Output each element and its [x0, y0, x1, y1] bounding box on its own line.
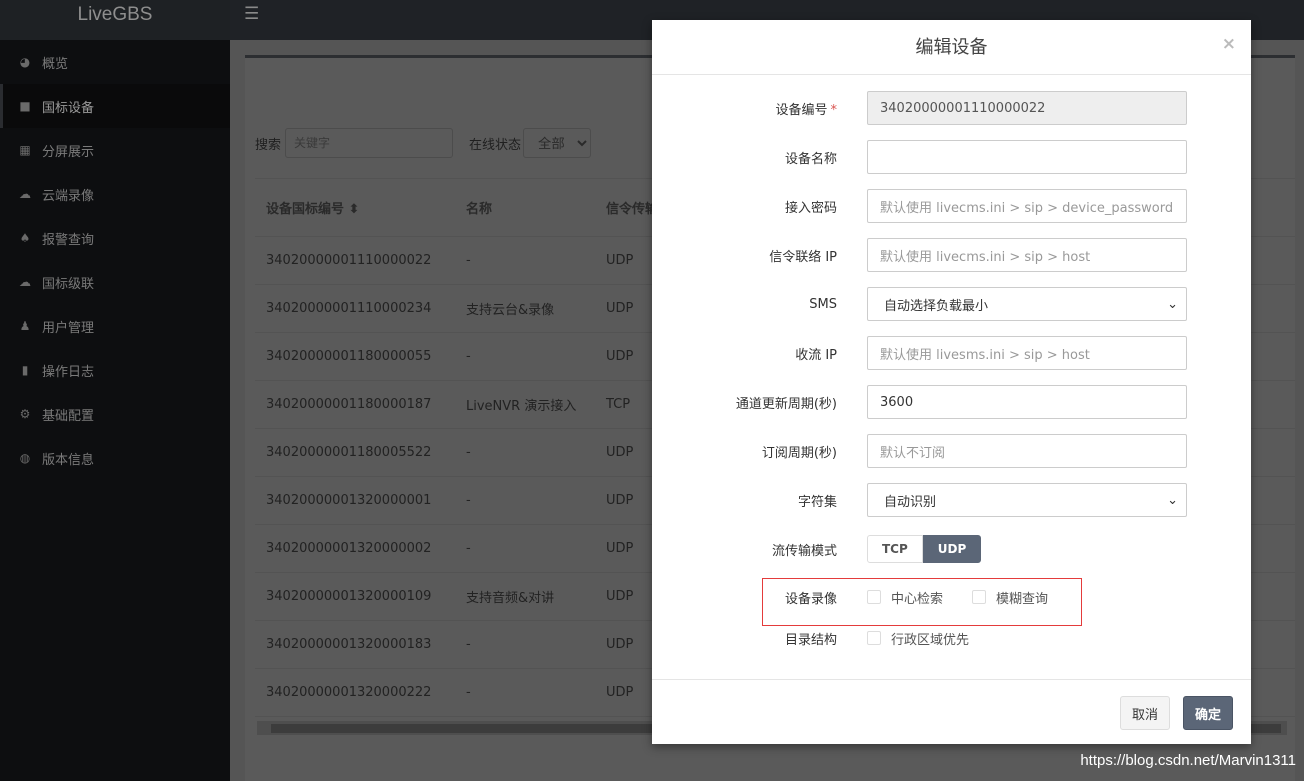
sms-select[interactable]: 自动选择负载最小 ⌄ [867, 287, 1187, 321]
globe-icon: ◍ [19, 451, 31, 465]
close-icon[interactable]: × [1222, 34, 1236, 54]
device-id-label: 设备编号 [775, 102, 828, 118]
chevron-down-icon: ⌄ [1167, 492, 1178, 508]
fuzzy-query-checkbox[interactable]: 模糊查询 [972, 588, 1048, 607]
cell-id: 34020000001110000234 [266, 301, 432, 316]
search-label: 搜索 [255, 137, 282, 153]
cell-name: - [466, 493, 471, 508]
sidebar: LiveGBS ◕ 概览 ■ 国标设备 ▦ 分屏展示 ☁ 云端录像 ♠ 报警查询 ☁ 国标级联 ♟ 用户管… [0, 0, 230, 781]
subscribe-period-field[interactable]: 默认不订阅 [867, 434, 1187, 468]
chevron-down-icon: ⌄ [1167, 296, 1178, 312]
signal-ip-label: 信令联络 IP [769, 249, 837, 265]
channel-period-label: 通道更新周期(秒) [735, 396, 837, 412]
cell-name: - [466, 685, 471, 700]
cell-id: 34020000001320000109 [266, 589, 432, 604]
password-label: 接入密码 [784, 200, 837, 216]
cell-id: 34020000001180000055 [266, 349, 432, 364]
watermark: https://blog.csdn.net/Marvin1311 [1080, 752, 1296, 769]
transport-toggle: TCP UDP [867, 535, 982, 563]
sidebar-item-7[interactable]: ▮ 操作日志 [0, 348, 230, 392]
password-field[interactable]: 默认使用 livecms.ini > sip > device_password [867, 189, 1187, 223]
cell-name: - [466, 541, 471, 556]
sidebar-item-6[interactable]: ♟ 用户管理 [0, 304, 230, 348]
cell-id: 34020000001320000222 [266, 685, 432, 700]
status-label: 在线状态 [469, 137, 522, 153]
stream-ip-field[interactable]: 默认使用 livesms.ini > sip > host [867, 336, 1187, 370]
video-camera-icon: ■ [19, 99, 31, 113]
cloud-upload-icon: ☁ [19, 275, 31, 289]
sidebar-item-label: 基础配置 [42, 408, 95, 424]
cell-name: 支持云台&录像 [466, 303, 555, 318]
transport-label: 流传输模式 [771, 543, 837, 559]
modal-footer: 取消 确定 [652, 679, 1251, 744]
charset-select[interactable]: 自动识别 ⌄ [867, 483, 1187, 517]
sidebar-item-5[interactable]: ☁ 国标级联 [0, 260, 230, 304]
sidebar-item-label: 云端录像 [42, 188, 95, 204]
dashboard-icon: ◕ [19, 55, 31, 69]
status-select[interactable]: 全部 [523, 128, 592, 158]
app-logo: LiveGBS [0, 0, 230, 40]
center-search-checkbox[interactable]: 中心检索 [867, 588, 943, 607]
tcp-option[interactable]: TCP [867, 535, 923, 563]
sidebar-item-label: 版本信息 [42, 452, 95, 468]
sidebar-item-1[interactable]: ■ 国标设备 [0, 84, 230, 128]
cell-id: 34020000001110000022 [266, 253, 432, 268]
grid-icon: ▦ [19, 143, 31, 157]
file-icon: ▮ [21, 363, 29, 377]
search-bar: 搜索 在线状态 全部 [255, 128, 592, 158]
column-header-id[interactable]: 设备国标编号 ⬍ [255, 198, 455, 217]
sidebar-item-0[interactable]: ◕ 概览 [0, 40, 230, 84]
sidebar-item-label: 概览 [42, 56, 69, 72]
cell-name: - [466, 349, 471, 364]
subscribe-period-label: 订阅周期(秒) [761, 445, 837, 461]
signal-ip-field[interactable]: 默认使用 livecms.ini > sip > host [867, 238, 1187, 272]
search-input[interactable] [285, 128, 454, 158]
charset-label: 字符集 [797, 494, 837, 510]
menu-toggle-icon[interactable]: ☰ [244, 4, 259, 24]
sidebar-item-label: 报警查询 [42, 232, 95, 248]
cell-name: 支持音频&对讲 [466, 591, 555, 606]
cell-name: - [466, 253, 471, 268]
column-header-name: 名称 [466, 202, 493, 217]
device-id-row: 设备编号 * 34020000001110000022 [652, 91, 1251, 125]
udp-option[interactable]: UDP [922, 535, 982, 563]
cell-name: - [466, 445, 471, 460]
sidebar-item-label: 用户管理 [42, 320, 95, 336]
sidebar-item-label: 国标设备 [42, 100, 95, 116]
region-first-checkbox[interactable]: 行政区域优先 [867, 629, 969, 648]
bell-icon: ♠ [19, 231, 31, 245]
sidebar-item-label: 分屏展示 [42, 144, 95, 160]
sidebar-item-8[interactable]: ⚙ 基础配置 [0, 392, 230, 436]
device-name-field[interactable] [867, 140, 1187, 174]
cell-name: - [466, 637, 471, 652]
cancel-button[interactable]: 取消 [1120, 696, 1171, 730]
stream-ip-label: 收流 IP [795, 347, 837, 363]
confirm-button[interactable]: 确定 [1183, 696, 1234, 730]
gears-icon: ⚙ [19, 407, 31, 421]
sidebar-item-2[interactable]: ▦ 分屏展示 [0, 128, 230, 172]
users-icon: ♟ [19, 319, 31, 333]
cell-id: 34020000001320000001 [266, 493, 432, 508]
sms-label: SMS [809, 296, 837, 312]
record-label: 设备录像 [784, 591, 837, 607]
sidebar-item-9[interactable]: ◍ 版本信息 [0, 436, 230, 480]
edit-device-modal: 编辑设备 × 设备编号 * 34020000001110000022 设备名称 接… [652, 20, 1251, 744]
required-mark: * [830, 102, 838, 118]
cell-id: 34020000001320000183 [266, 637, 432, 652]
cell-name: LiveNVR 演示接入 [466, 399, 577, 414]
sidebar-item-4[interactable]: ♠ 报警查询 [0, 216, 230, 260]
cell-id: 34020000001320000002 [266, 541, 432, 556]
cell-id: 34020000001180005522 [266, 445, 432, 460]
cell-id: 34020000001180000187 [266, 397, 432, 412]
cloud-icon: ☁ [19, 187, 31, 201]
device-name-label: 设备名称 [784, 151, 837, 167]
channel-period-field[interactable]: 3600 [867, 385, 1187, 419]
catalog-label: 目录结构 [784, 632, 837, 648]
sidebar-item-label: 国标级联 [42, 276, 95, 292]
device-id-field: 34020000001110000022 [867, 91, 1187, 125]
modal-title: 编辑设备 [652, 20, 1251, 75]
sort-icon[interactable]: ⬍ [349, 202, 360, 217]
sidebar-item-3[interactable]: ☁ 云端录像 [0, 172, 230, 216]
sidebar-item-label: 操作日志 [42, 364, 95, 380]
